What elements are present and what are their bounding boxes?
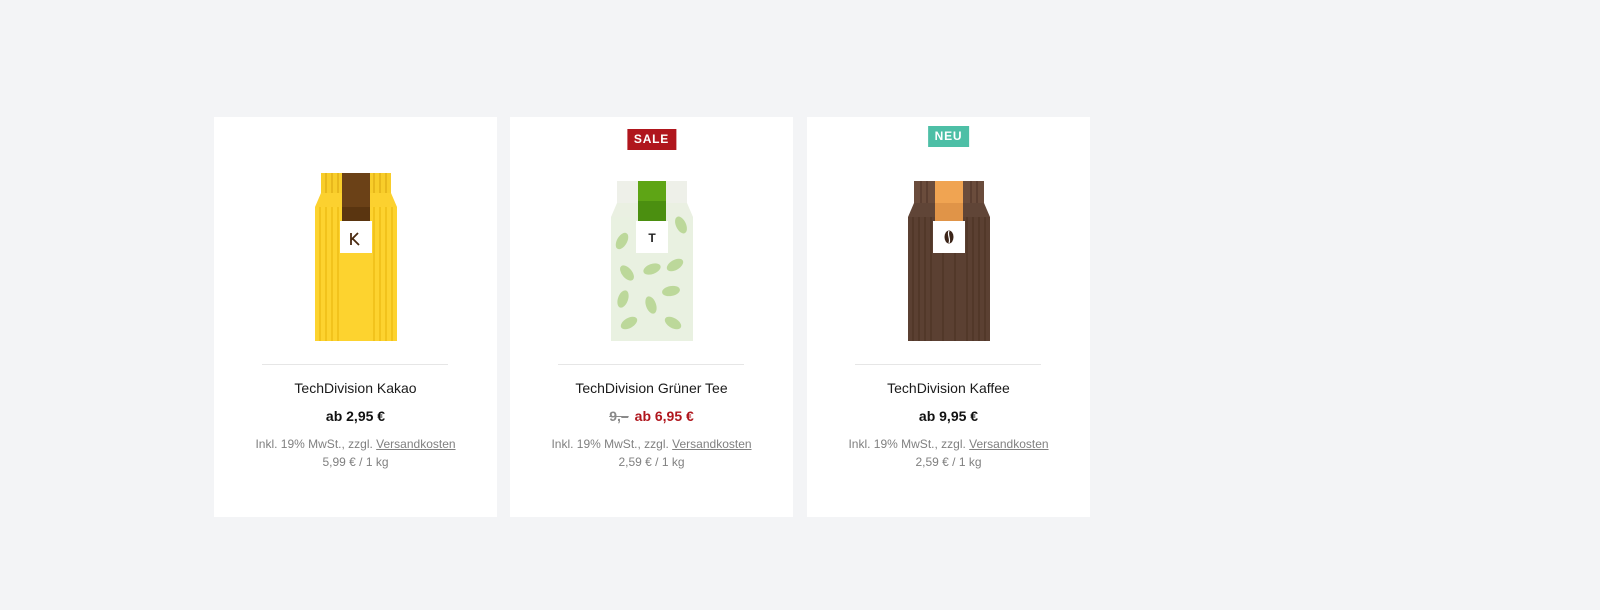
product-price: ab 9,95 €	[918, 408, 979, 424]
product-card-kakao[interactable]: TechDivision Kakao ab 2,95 € Inkl. 19% M…	[214, 117, 497, 517]
tax-text: Inkl. 19% MwSt., zzgl.	[255, 437, 377, 451]
tax-text: Inkl. 19% MwSt., zzgl.	[551, 437, 673, 451]
product-name[interactable]: TechDivision Kaffee	[807, 380, 1090, 396]
unit-price: 2,59 € / 1 kg	[915, 455, 982, 469]
product-name[interactable]: TechDivision Kakao	[214, 380, 497, 396]
coffee-package-icon[interactable]	[904, 173, 994, 341]
product-name[interactable]: TechDivision Grüner Tee	[510, 380, 793, 396]
unit-price: 5,99 € / 1 kg	[322, 455, 389, 469]
card-divider	[558, 364, 744, 365]
shipping-costs-link[interactable]: Versandkosten	[376, 437, 455, 451]
tax-info: Inkl. 19% MwSt., zzgl. Versandkosten	[214, 437, 497, 451]
card-divider	[855, 364, 1041, 365]
new-badge: NEU	[927, 126, 970, 147]
product-price-row: ab 9,95 €	[807, 408, 1090, 424]
shipping-costs-link[interactable]: Versandkosten	[969, 437, 1048, 451]
tax-info: Inkl. 19% MwSt., zzgl. Versandkosten	[807, 437, 1090, 451]
cocoa-package-icon[interactable]	[311, 173, 401, 341]
svg-text:T: T	[648, 231, 656, 245]
tax-text: Inkl. 19% MwSt., zzgl.	[848, 437, 970, 451]
shipping-costs-link[interactable]: Versandkosten	[672, 437, 751, 451]
unit-price: 2,59 € / 1 kg	[618, 455, 685, 469]
sale-price: ab 6,95 €	[634, 408, 694, 424]
old-price: 9,–	[609, 408, 629, 424]
card-divider	[262, 364, 448, 365]
product-card-gruener-tee[interactable]: SALE T TechDivision Grüner Tee 9,– ab 6,…	[510, 117, 793, 517]
sale-badge: SALE	[626, 129, 677, 150]
product-card-kaffee[interactable]: NEU TechDivision Kaffee ab 9,95 € Inkl. …	[807, 117, 1090, 517]
tax-info: Inkl. 19% MwSt., zzgl. Versandkosten	[510, 437, 793, 451]
product-price: ab 2,95 €	[325, 408, 386, 424]
green-tea-package-icon[interactable]: T	[607, 173, 697, 341]
product-price-row: ab 2,95 €	[214, 408, 497, 424]
product-price-row: 9,– ab 6,95 €	[510, 408, 793, 424]
